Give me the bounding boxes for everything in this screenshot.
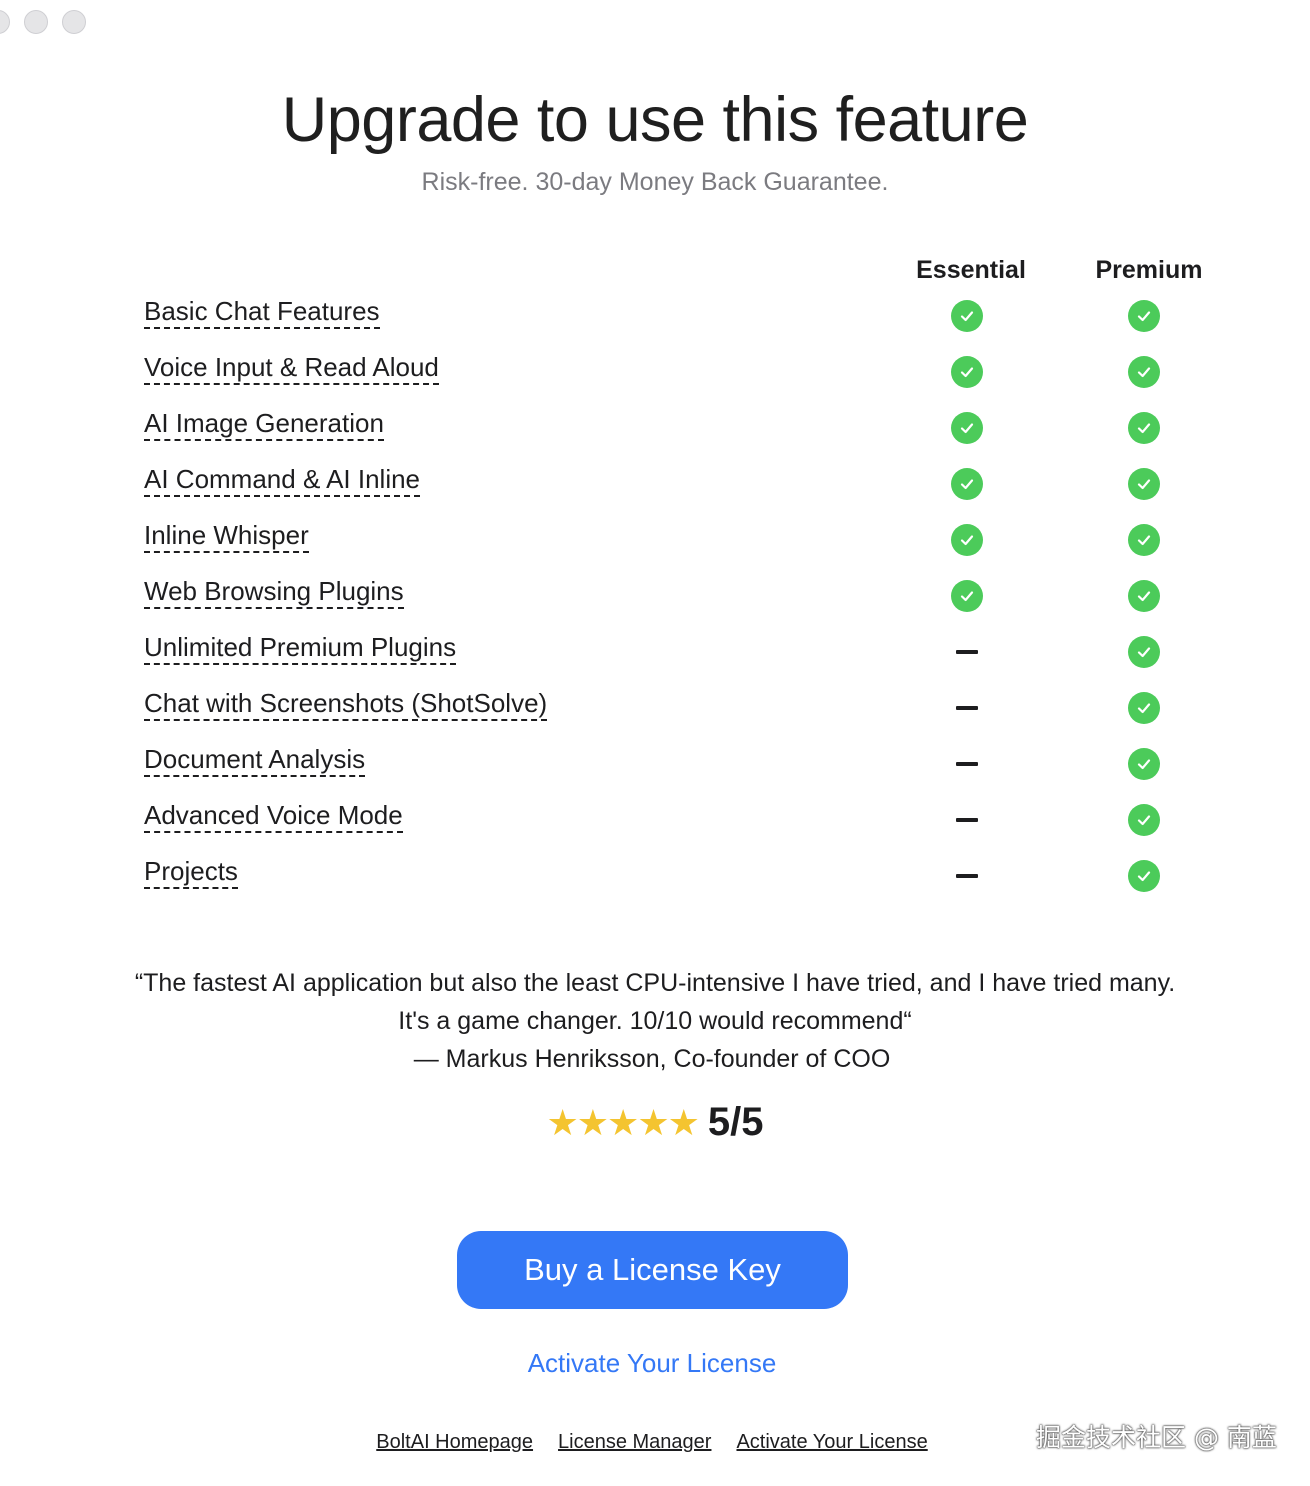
footer-link-activate-license[interactable]: Activate Your License xyxy=(736,1431,927,1454)
star-rating-icon: ★★★★★ xyxy=(546,1101,700,1143)
zoom-window-button[interactable] xyxy=(62,10,86,34)
feature-row: Inline Whisper xyxy=(0,514,1310,570)
feature-label[interactable]: Advanced Voice Mode xyxy=(144,800,403,833)
dash-icon xyxy=(951,860,983,892)
checkmark-icon xyxy=(1128,692,1160,724)
check-circle-icon xyxy=(1128,692,1160,724)
check-circle-icon xyxy=(1128,300,1160,332)
checkmark-icon xyxy=(951,356,983,388)
buy-license-button[interactable]: Buy a License Key xyxy=(457,1231,848,1309)
testimonial-quote: “The fastest AI application but also the… xyxy=(134,969,1176,1035)
dash-icon xyxy=(951,748,983,780)
not-included-dash-icon xyxy=(951,748,983,780)
feature-row: Projects xyxy=(0,850,1310,906)
dash-icon xyxy=(951,692,983,724)
not-included-dash-icon xyxy=(951,692,983,724)
checkmark-icon xyxy=(951,300,983,332)
checkmark-icon xyxy=(951,580,983,612)
plan-header-premium: Premium xyxy=(1095,256,1203,284)
feature-label[interactable]: Voice Input & Read Aloud xyxy=(144,352,439,385)
checkmark-icon xyxy=(1128,804,1160,836)
feature-row: Chat with Screenshots (ShotSolve) xyxy=(0,682,1310,738)
feature-label[interactable]: Inline Whisper xyxy=(144,520,309,553)
check-circle-icon xyxy=(1128,524,1160,556)
checkmark-icon xyxy=(1128,300,1160,332)
watermark: 掘金技术社区 @ 南蓝 xyxy=(1036,1423,1277,1452)
footer-link-homepage[interactable]: BoltAI Homepage xyxy=(376,1431,533,1454)
feature-row: AI Image Generation xyxy=(0,402,1310,458)
check-circle-icon xyxy=(1128,580,1160,612)
check-circle-icon xyxy=(951,580,983,612)
feature-comparison-table: Basic Chat Features Voice Input & Read Al… xyxy=(0,290,1310,906)
check-circle-icon xyxy=(951,468,983,500)
feature-row: Unlimited Premium Plugins xyxy=(0,626,1310,682)
checkmark-icon xyxy=(951,412,983,444)
activate-license-link[interactable]: Activate Your License xyxy=(0,1348,1304,1379)
feature-row: AI Command & AI Inline xyxy=(0,458,1310,514)
dash-icon xyxy=(951,636,983,668)
feature-label[interactable]: AI Command & AI Inline xyxy=(144,464,421,497)
not-included-dash-icon xyxy=(951,636,983,668)
feature-row: Web Browsing Plugins xyxy=(0,570,1310,626)
check-circle-icon xyxy=(1128,860,1160,892)
check-circle-icon xyxy=(1128,356,1160,388)
checkmark-icon xyxy=(1128,748,1160,780)
minimize-window-button[interactable] xyxy=(24,10,48,34)
checkmark-icon xyxy=(1128,468,1160,500)
check-circle-icon xyxy=(951,356,983,388)
page-title: Upgrade to use this feature xyxy=(281,85,1029,155)
upgrade-window: Upgrade to use this feature Risk-free. 3… xyxy=(0,0,1310,1486)
window-controls xyxy=(0,10,86,34)
check-circle-icon xyxy=(951,524,983,556)
plan-header-essential: Essential xyxy=(916,256,1026,284)
checkmark-icon xyxy=(951,468,983,500)
feature-label[interactable]: Unlimited Premium Plugins xyxy=(144,632,457,665)
feature-label[interactable]: Web Browsing Plugins xyxy=(144,576,404,609)
check-circle-icon xyxy=(1128,412,1160,444)
checkmark-icon xyxy=(1128,412,1160,444)
check-circle-icon xyxy=(1128,804,1160,836)
feature-label[interactable]: Projects xyxy=(144,856,238,889)
not-included-dash-icon xyxy=(951,804,983,836)
feature-label[interactable]: Document Analysis xyxy=(144,744,366,777)
feature-row: Advanced Voice Mode xyxy=(0,794,1310,850)
checkmark-icon xyxy=(1128,860,1160,892)
footer-link-license-manager[interactable]: License Manager xyxy=(558,1431,711,1454)
feature-row: Document Analysis xyxy=(0,738,1310,794)
check-circle-icon xyxy=(951,300,983,332)
check-circle-icon xyxy=(1128,636,1160,668)
checkmark-icon xyxy=(1128,636,1160,668)
checkmark-icon xyxy=(1128,580,1160,612)
feature-row: Voice Input & Read Aloud xyxy=(0,346,1310,402)
feature-row: Basic Chat Features xyxy=(0,290,1310,346)
feature-label[interactable]: Basic Chat Features xyxy=(144,296,380,329)
dash-icon xyxy=(951,804,983,836)
check-circle-icon xyxy=(1128,468,1160,500)
feature-label[interactable]: Chat with Screenshots (ShotSolve) xyxy=(144,688,548,721)
page-subtitle: Risk-free. 30-day Money Back Guarantee. xyxy=(421,168,889,196)
close-window-button[interactable] xyxy=(0,10,10,34)
testimonial-author: — Markus Henriksson, Co-founder of COO xyxy=(413,1045,891,1073)
check-circle-icon xyxy=(951,412,983,444)
feature-label[interactable]: AI Image Generation xyxy=(144,408,384,441)
not-included-dash-icon xyxy=(951,860,983,892)
checkmark-icon xyxy=(951,524,983,556)
check-circle-icon xyxy=(1128,748,1160,780)
checkmark-icon xyxy=(1128,524,1160,556)
checkmark-icon xyxy=(1128,356,1160,388)
rating: ★★★★★ 5/5 xyxy=(0,1100,1310,1145)
rating-score: 5/5 xyxy=(707,1100,764,1144)
